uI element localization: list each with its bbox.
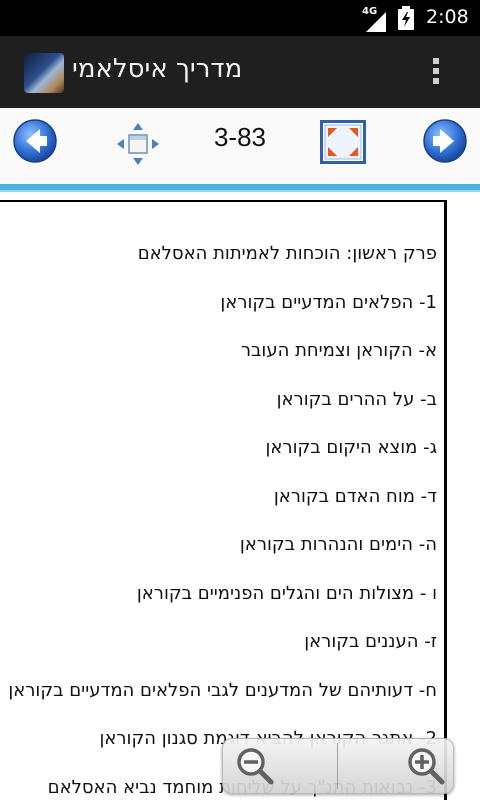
arrow-left-icon[interactable] — [12, 118, 58, 164]
app-title: מדריך איסלאמי — [72, 54, 243, 84]
move-arrows-icon[interactable] — [116, 122, 160, 166]
page-right-border — [444, 200, 447, 800]
navigation-toolbar: 3-83 — [0, 108, 480, 184]
page-indicator: 3-83 — [213, 122, 267, 152]
document-page[interactable]: פרק ראשון: הוכחות לאמיתות האסלאם 1- הפלא… — [0, 200, 447, 800]
zoom-control — [222, 738, 454, 794]
toc-item[interactable]: ד- מוח האדם בקוראן — [8, 486, 437, 536]
toc-heading[interactable]: פרק ראשון: הוכחות לאמיתות האסלאם — [8, 244, 437, 293]
status-bar: 4G 2:08 — [0, 0, 480, 36]
table-of-contents: פרק ראשון: הוכחות לאמיתות האסלאם 1- הפלא… — [8, 244, 437, 800]
toc-item[interactable]: ח- דעותיהם של המדענים לגבי הפלאים המדעיי… — [8, 680, 437, 730]
signal-icon — [366, 12, 386, 32]
toc-item[interactable]: א- הקוראן וצמיחת העובר — [8, 341, 437, 390]
clock: 2:08 — [426, 6, 469, 28]
toolbar-divider-shadow — [0, 190, 480, 192]
app-logo-icon[interactable] — [24, 53, 64, 93]
toc-item[interactable]: ו - מצולות הים והגלים הפנימיים בקוראן — [8, 583, 437, 633]
fullscreen-icon[interactable] — [320, 120, 366, 164]
toc-item[interactable]: ה- הימים והנהרות בקוראן — [8, 535, 437, 584]
zoom-in-button[interactable] — [338, 741, 452, 791]
arrow-right-icon[interactable] — [422, 118, 468, 164]
toc-item[interactable]: ב- על ההרים בקוראן — [8, 389, 437, 439]
overflow-menu-icon[interactable] — [430, 58, 442, 92]
toc-item[interactable]: ג- מוצא היקום בקוראן — [8, 438, 437, 487]
zoom-out-button[interactable] — [223, 741, 337, 791]
zoom-in-icon — [408, 748, 445, 785]
zoom-out-icon — [237, 748, 274, 785]
toc-item[interactable]: ז- העננים בקוראן — [8, 632, 437, 681]
page-top-border — [0, 200, 447, 202]
battery-charging-icon — [398, 6, 414, 30]
action-bar: מדריך איסלאמי — [0, 36, 480, 108]
toc-item[interactable]: 1- הפלאים המדעיים בקוראן — [8, 292, 437, 342]
